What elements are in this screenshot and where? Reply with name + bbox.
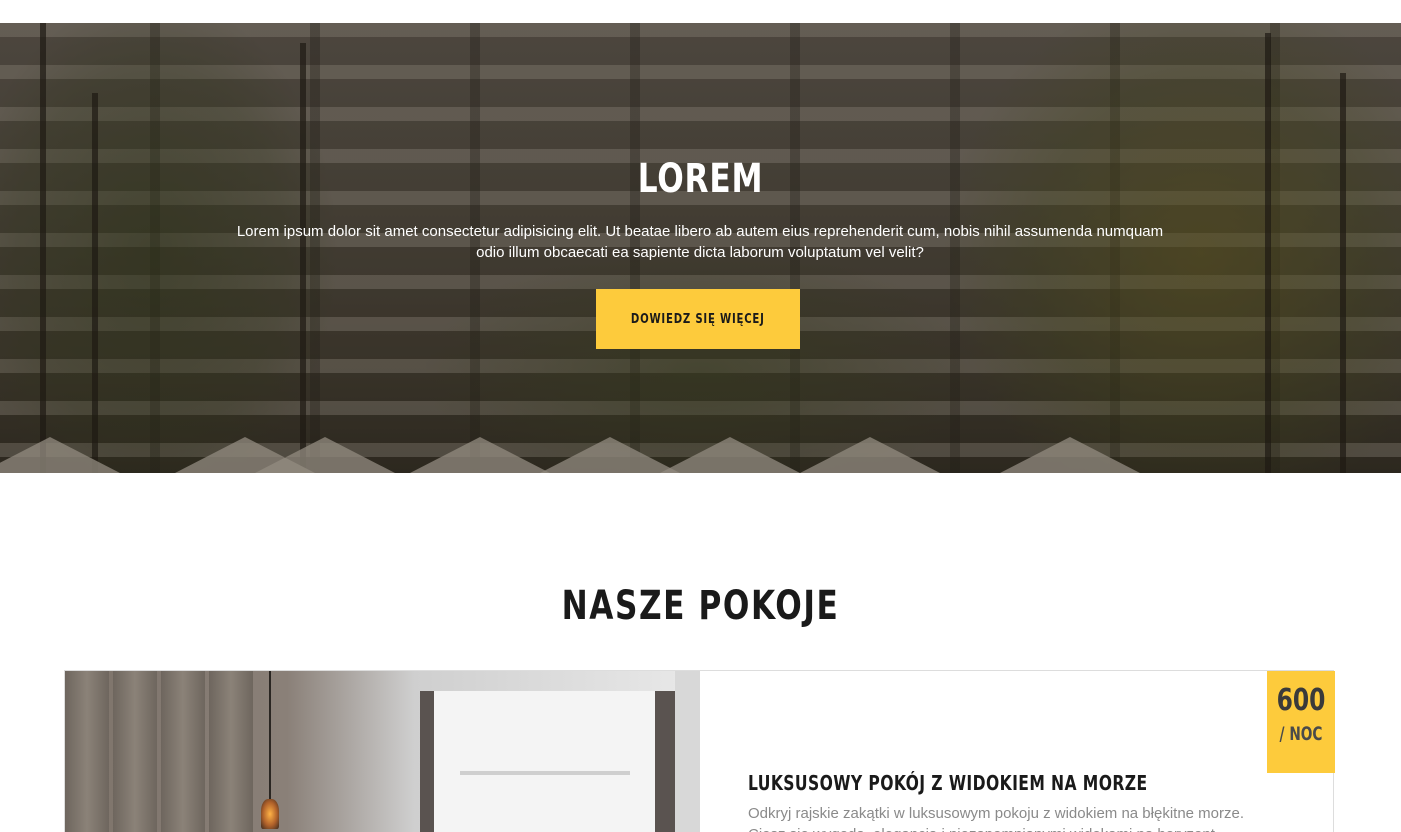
rooms-section-title: NASZE POKOJE <box>561 583 840 629</box>
price-unit: / NOC <box>1279 723 1323 745</box>
room-description: Odkryj rajskie zakątki w luksusowym poko… <box>748 805 1245 832</box>
pendant-lamp <box>261 799 279 829</box>
window-frame <box>460 771 630 775</box>
hero-section: LOREM Lorem ipsum dolor sit amet consect… <box>0 23 1401 473</box>
top-bar <box>0 0 1401 23</box>
price-amount: 600 <box>1276 683 1326 718</box>
lamp-cord <box>269 671 271 801</box>
wall-edge <box>675 671 700 832</box>
wall-panel <box>161 671 205 832</box>
learn-more-button[interactable]: DOWIEDZ SIĘ WIĘCEJ <box>596 289 800 349</box>
wall-panel <box>209 671 253 832</box>
room-name[interactable]: LUKSUSOWY POKÓJ Z WIDOKIEM NA MORZE <box>748 771 1148 795</box>
room-info: 600 / NOC LUKSUSOWY POKÓJ Z WIDOKIEM NA … <box>700 671 1335 832</box>
wall-panel <box>113 671 157 832</box>
wall-panel <box>65 671 109 832</box>
hero-description: Lorem ipsum dolor sit amet consectetur a… <box>236 223 1164 261</box>
learn-more-button-label: DOWIEDZ SIĘ WIĘCEJ <box>631 311 765 327</box>
room-card[interactable]: 600 / NOC LUKSUSOWY POKÓJ Z WIDOKIEM NA … <box>64 670 1335 832</box>
room-window <box>420 691 675 832</box>
room-photo[interactable] <box>65 671 700 832</box>
hero-title: LOREM <box>637 156 764 202</box>
price-badge: 600 / NOC <box>1267 671 1335 773</box>
